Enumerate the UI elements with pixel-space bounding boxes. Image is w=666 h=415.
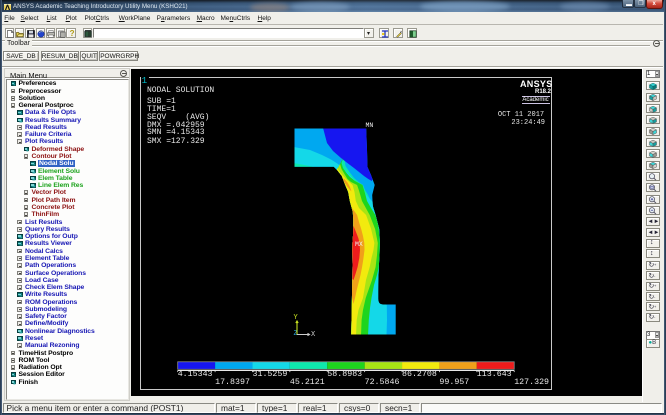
svg-text:Y: Y	[294, 314, 299, 322]
svg-text:X: X	[311, 331, 316, 339]
svg-text:MX: MX	[355, 241, 363, 248]
svg-text:MN: MN	[366, 122, 374, 129]
